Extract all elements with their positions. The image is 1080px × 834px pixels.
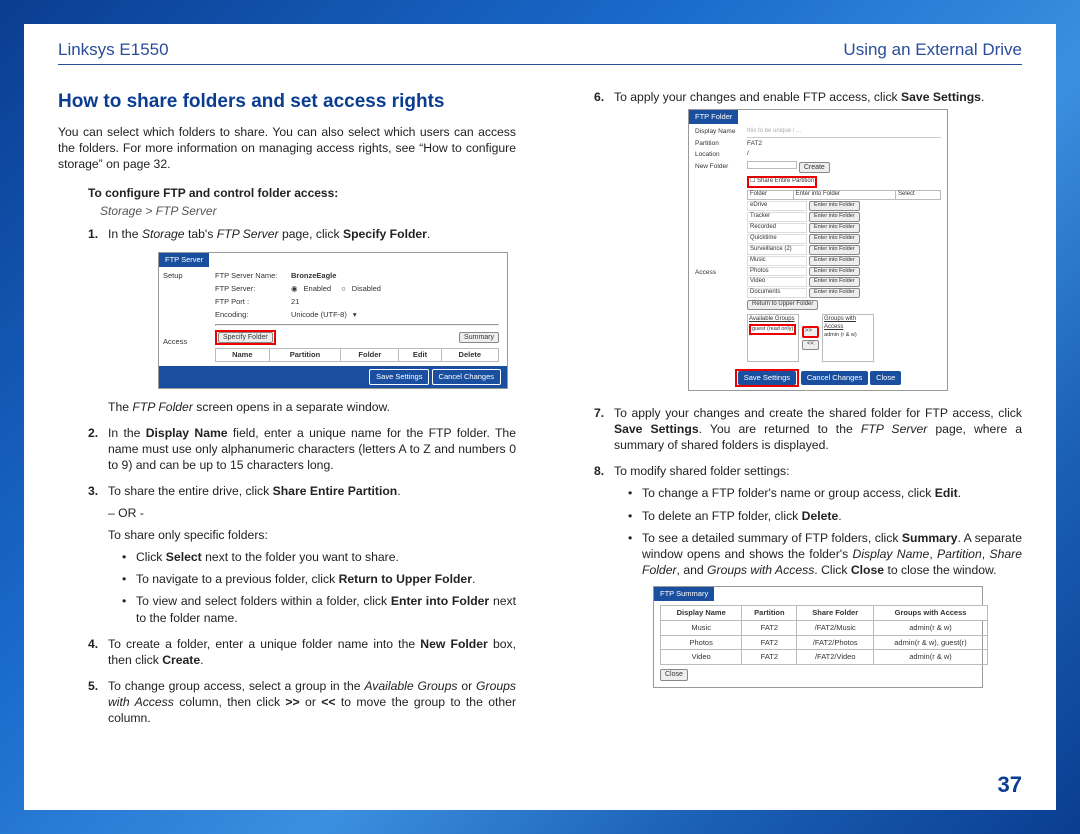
page-number: 37 [998,772,1022,798]
sub-heading: To configure FTP and control folder acce… [88,186,516,202]
close-button-3[interactable]: Close [660,669,688,680]
steps-list-right: To apply your changes and enable FTP acc… [594,89,1022,688]
breadcrumb: Storage > FTP Server [100,204,516,220]
header-right: Using an External Drive [843,40,1022,60]
tab-ftp-summary: FTP Summary [654,587,714,601]
move-left-button[interactable]: << [802,340,819,350]
screenshot-ftp-folder: FTP Folder Display Name Partition Locati… [688,109,948,391]
two-column-layout: How to share folders and set access righ… [58,89,1022,736]
tab-ftp-folder: FTP Folder [689,110,738,124]
screenshot-ftp-server: FTP Server Setup Access FTP Server Name:… [158,252,508,388]
step-7: To apply your changes and create the sha… [594,405,1022,453]
document-page: Linksys E1550 Using an External Drive Ho… [24,24,1056,810]
step-4: To create a folder, enter a unique folde… [88,636,516,668]
tab-ftp-server: FTP Server [159,253,209,267]
step-3: To share the entire drive, click Share E… [88,483,516,626]
specify-folder-button[interactable]: Specify Folder [218,332,273,343]
cancel-button-2[interactable]: Cancel Changes [801,371,868,385]
section-heading: How to share folders and set access righ… [58,89,516,114]
page-header: Linksys E1550 Using an External Drive [58,40,1022,65]
side-setup: Setup [163,271,203,281]
return-upper-button[interactable]: Return to Upper Folder [747,300,818,310]
create-button[interactable]: Create [799,162,830,173]
step-8: To modify shared folder settings: To cha… [594,463,1022,687]
summary-button[interactable]: Summary [459,332,499,343]
move-right-button[interactable]: >> [802,326,819,338]
save-settings-button-2[interactable]: Save Settings [738,371,796,385]
header-left: Linksys E1550 [58,40,169,60]
step-1: In the Storage tab's FTP Server page, cl… [88,226,516,415]
side-access: Access [163,337,203,347]
steps-list-left: In the Storage tab's FTP Server page, cl… [88,226,516,726]
right-column: To apply your changes and enable FTP acc… [564,89,1022,736]
step-5: To change group access, select a group i… [88,678,516,726]
intro-paragraph: You can select which folders to share. Y… [58,124,516,172]
step-2: In the Display Name field, enter a uniqu… [88,425,516,473]
close-button-2[interactable]: Close [870,371,901,385]
left-column: How to share folders and set access righ… [58,89,516,736]
save-settings-button[interactable]: Save Settings [369,369,429,385]
screenshot-ftp-summary: FTP Summary Display Name Partition Share… [653,586,983,688]
step-6: To apply your changes and enable FTP acc… [594,89,1022,391]
cancel-changes-button[interactable]: Cancel Changes [432,369,501,385]
